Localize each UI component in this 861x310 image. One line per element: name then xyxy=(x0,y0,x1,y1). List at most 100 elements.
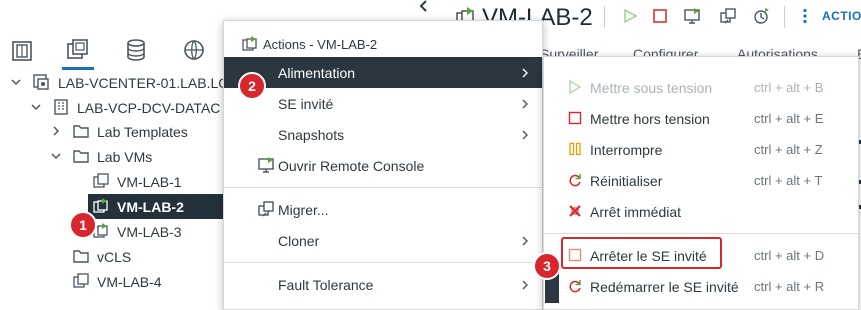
menu-item-power-on[interactable]: Mettre sous tension ctrl + alt + B xyxy=(544,72,858,103)
actions-button[interactable]: ACTIO xyxy=(822,9,861,23)
tree-label-vm-lab-3: VM-LAB-3 xyxy=(117,223,182,240)
datacenter-icon xyxy=(52,98,70,116)
callout-1: 1 xyxy=(69,211,97,239)
tree-row-vcenter[interactable]: LAB-VCENTER-01.LAB.LO xyxy=(0,70,230,95)
menu-separator xyxy=(224,262,542,263)
storage-icon[interactable] xyxy=(122,36,150,64)
menu-item-se-invite[interactable]: SE invité xyxy=(224,88,542,119)
menu-label-remote-console: Ouvrir Remote Console xyxy=(278,157,425,174)
folder-icon xyxy=(72,147,90,165)
callout-2: 2 xyxy=(238,72,266,100)
tree-row-vm-lab-3[interactable]: VM-LAB-3 xyxy=(0,219,230,244)
header-divider xyxy=(784,6,785,28)
menu-item-cloner[interactable]: Cloner xyxy=(224,225,542,256)
chevron-right-icon xyxy=(520,279,530,291)
highlight-shutdown-guest xyxy=(561,237,722,269)
menu-label-alimentation: Alimentation xyxy=(278,64,356,81)
chevron-right-icon xyxy=(520,98,530,110)
menu-label-power-on: Mettre sous tension xyxy=(590,79,713,96)
tree-row-vm-lab-2[interactable]: VM-LAB-2 xyxy=(88,194,230,219)
header-divider xyxy=(604,6,605,28)
snapshot-icon[interactable] xyxy=(752,7,770,25)
tree-label-lab-templates: Lab Templates xyxy=(97,123,188,140)
collapse-pane-icon[interactable] xyxy=(412,0,436,14)
shortcut-power-off: ctrl + alt + E xyxy=(754,111,824,126)
menu-label-cloner: Cloner xyxy=(278,232,320,249)
menu-item-alimentation[interactable]: Alimentation xyxy=(224,57,542,88)
tree-label-vm-lab-1: VM-LAB-1 xyxy=(117,173,182,190)
tree-label-vcls: vCLS xyxy=(97,248,132,265)
hosts-clusters-icon[interactable] xyxy=(8,36,36,64)
menu-separator xyxy=(224,187,542,188)
menu-item-remote-console[interactable]: Ouvrir Remote Console xyxy=(224,150,542,181)
menu-item-hard-stop[interactable]: Arrêt immédiat xyxy=(544,196,858,227)
chevron-right-icon xyxy=(520,129,530,141)
menu-item-migrer[interactable]: Migrer... xyxy=(224,194,542,225)
chevron-right-icon xyxy=(520,235,530,247)
tree-label-vm-lab-4: VM-LAB-4 xyxy=(97,273,162,290)
menu-item-fault-tolerance[interactable]: Fault Tolerance xyxy=(224,269,542,300)
hard-stop-icon xyxy=(568,204,582,218)
power-off-icon[interactable] xyxy=(652,8,668,24)
tree-label-datacenter: LAB-VCP-DCV-DATAC xyxy=(77,99,221,116)
tree-row-lab-vms[interactable]: Lab VMs xyxy=(0,144,230,169)
vms-templates-icon[interactable] xyxy=(64,36,92,64)
menu-item-suspend[interactable]: Interrompre ctrl + alt + Z xyxy=(544,134,858,165)
chevron-down-icon[interactable] xyxy=(50,150,62,162)
menu-item-power-off[interactable]: Mettre hors tension ctrl + alt + E xyxy=(544,103,858,134)
vm-powered-on-icon xyxy=(92,197,110,215)
menu-label-se-invite: SE invité xyxy=(278,95,334,112)
menu-item-snapshots[interactable]: Snapshots xyxy=(224,119,542,150)
tree-label-lab-vms: Lab VMs xyxy=(97,148,153,165)
vm-icon xyxy=(72,272,90,290)
migrate-icon xyxy=(257,200,275,218)
chevron-right-icon[interactable] xyxy=(50,125,62,137)
actions-vm-icon xyxy=(241,35,259,53)
shortcut-shutdown-guest: ctrl + alt + D xyxy=(754,248,825,263)
menu-label-suspend: Interrompre xyxy=(590,141,663,158)
tree-label-vm-lab-2: VM-LAB-2 xyxy=(117,198,184,215)
chevron-right-icon xyxy=(520,67,530,79)
tree-row-vm-lab-1[interactable]: VM-LAB-1 xyxy=(0,169,230,194)
networking-icon[interactable] xyxy=(180,36,208,64)
menu-item-restart-guest[interactable]: Redémarrer le SE invité ctrl + alt + R xyxy=(544,271,858,302)
remote-console-icon[interactable] xyxy=(683,7,701,25)
menu-label-fault-tolerance: Fault Tolerance xyxy=(278,276,374,293)
suspend-icon xyxy=(568,142,582,156)
power-submenu: Mettre sous tension ctrl + alt + B Mettr… xyxy=(543,56,859,310)
shortcut-suspend: ctrl + alt + Z xyxy=(754,142,823,157)
more-vertical-icon[interactable] xyxy=(802,8,808,24)
menu-label-snapshots: Snapshots xyxy=(278,126,345,143)
power-on-icon xyxy=(568,80,582,94)
tree-row-vm-lab-4[interactable]: VM-LAB-4 xyxy=(0,269,230,294)
tree-row-datacenter[interactable]: LAB-VCP-DCV-DATAC xyxy=(0,95,230,120)
power-on-icon[interactable] xyxy=(622,8,638,24)
actions-context-menu: Actions - VM-LAB-2 Alimentation SE invit… xyxy=(223,20,543,310)
remote-console-icon xyxy=(257,156,275,174)
folder-icon xyxy=(72,122,90,140)
menu-label-migrer: Migrer... xyxy=(278,201,329,218)
chevron-down-icon[interactable] xyxy=(10,76,22,88)
reset-icon xyxy=(568,173,582,187)
shortcut-restart-guest: ctrl + alt + R xyxy=(754,279,825,294)
shortcut-power-on: ctrl + alt + B xyxy=(754,80,824,95)
restart-guest-icon xyxy=(568,279,582,293)
power-off-icon xyxy=(568,111,582,125)
actions-menu-title: Actions - VM-LAB-2 xyxy=(263,37,378,52)
shortcut-reset: ctrl + alt + T xyxy=(754,173,823,188)
menu-label-reset: Réinitialiser xyxy=(590,172,663,189)
folder-icon xyxy=(72,247,90,265)
tree-row-lab-templates[interactable]: Lab Templates xyxy=(0,119,230,144)
vm-icon xyxy=(92,172,110,190)
callout-3: 3 xyxy=(533,252,561,280)
menu-item-reset[interactable]: Réinitialiser ctrl + alt + T xyxy=(544,165,858,196)
chevron-down-icon[interactable] xyxy=(30,101,42,113)
tree-row-vcls[interactable]: vCLS xyxy=(0,244,230,269)
inventory-sidebar: LAB-VCENTER-01.LAB.LO LAB-VCP-DCV-DATAC … xyxy=(0,0,230,306)
vcenter-icon xyxy=(32,73,50,91)
menu-label-hard-stop: Arrêt immédiat xyxy=(590,203,682,220)
tree-label-vcenter: LAB-VCENTER-01.LAB.LO xyxy=(58,74,230,91)
menu-separator xyxy=(544,233,858,234)
menu-label-power-off: Mettre hors tension xyxy=(590,110,710,127)
migrate-icon[interactable] xyxy=(719,7,737,25)
